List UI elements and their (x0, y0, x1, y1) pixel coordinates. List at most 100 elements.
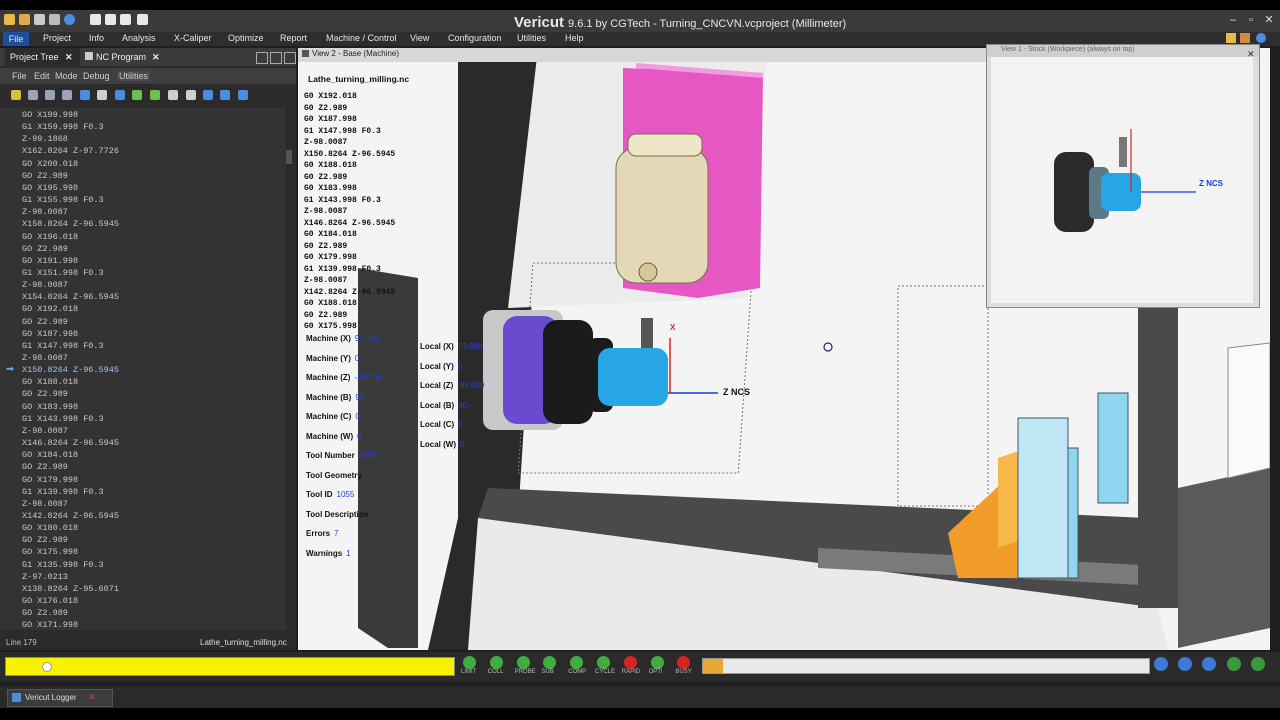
code-line[interactable]: GO X188.018 (22, 377, 78, 387)
menu-configuration[interactable]: Configuration (448, 33, 502, 43)
status-led-cycle[interactable] (597, 656, 610, 669)
play-icon[interactable] (1251, 657, 1265, 671)
menu-help[interactable]: Help (565, 33, 584, 43)
code-line[interactable]: Z-98.0087 (22, 426, 68, 436)
menu-project[interactable]: Project (43, 33, 71, 43)
menu-optimize[interactable]: Optimize (228, 33, 264, 43)
code-line[interactable]: GO Z2.989 (22, 244, 68, 254)
code-line[interactable]: Z-97.0213 (22, 572, 68, 582)
code-line[interactable]: GO X171.998 (22, 620, 78, 630)
rewind-icon[interactable] (1154, 657, 1168, 671)
status-led-coll[interactable] (489, 656, 503, 669)
layout4-icon[interactable] (137, 14, 148, 25)
pin-icon[interactable] (256, 52, 268, 64)
folder-icon[interactable] (19, 14, 30, 25)
step-forward-icon[interactable] (1227, 657, 1241, 671)
layout3-icon[interactable] (120, 14, 131, 25)
code-line[interactable]: G1 X147.998 F0.3 (22, 341, 104, 351)
scrollbar[interactable] (286, 108, 292, 630)
code-line[interactable]: X138.8264 Z-95.6071 (22, 584, 119, 594)
layout2-icon[interactable] (105, 14, 116, 25)
maximize-icon[interactable]: ▫ (1244, 13, 1258, 27)
submenu-mode[interactable]: Mode (55, 71, 78, 81)
code-line[interactable]: GO X176.018 (22, 596, 78, 606)
float-icon[interactable] (270, 52, 282, 64)
code-line[interactable]: GO X183.998 (22, 402, 78, 412)
code-line[interactable]: GO X192.018 (22, 304, 78, 314)
save-icon[interactable] (28, 90, 38, 100)
code-line[interactable]: GO X187.998 (22, 329, 78, 339)
print-icon[interactable] (97, 90, 107, 100)
code-line[interactable]: GO X200.018 (22, 159, 78, 169)
menu-analysis[interactable]: Analysis (122, 33, 156, 43)
code-line[interactable]: X150.8264 Z-96.5945 (22, 365, 119, 375)
code-line[interactable]: X142.8264 Z-96.5945 (22, 511, 119, 521)
restore-icon[interactable] (284, 52, 296, 64)
pause-icon[interactable] (1202, 657, 1216, 671)
find-next-icon[interactable] (220, 90, 230, 100)
status-led-rapid[interactable] (623, 656, 637, 669)
menu-report[interactable]: Report (280, 33, 307, 43)
code-line[interactable]: Z-98.0087 (22, 353, 68, 363)
mark-icon[interactable] (150, 90, 160, 100)
columns-icon[interactable] (115, 90, 125, 100)
tab-nc-program[interactable]: NC Program ✕ (80, 48, 167, 66)
grid-icon[interactable] (62, 90, 72, 100)
info-icon[interactable] (64, 14, 75, 25)
code-line[interactable]: GO Z2.989 (22, 535, 68, 545)
code-line[interactable]: GO X180.018 (22, 523, 78, 533)
tab-project-tree[interactable]: Project Tree ✕ (5, 48, 80, 66)
submenu-utilities[interactable]: Utilities (117, 71, 151, 81)
code-line[interactable]: G1 X159.998 F0.3 (22, 122, 104, 132)
code-line[interactable]: G1 X155.998 F0.3 (22, 195, 104, 205)
layout1-icon[interactable] (90, 14, 101, 25)
code-line[interactable]: GO Z2.989 (22, 171, 68, 181)
submenu-file[interactable]: File (12, 71, 27, 81)
help-icon[interactable] (1256, 33, 1266, 43)
code-line[interactable]: X154.8264 Z-96.5945 (22, 292, 119, 302)
status-led-probe[interactable] (516, 656, 530, 669)
code-line[interactable]: GO X196.018 (22, 232, 78, 242)
code-line[interactable]: Z-98.0087 (22, 499, 68, 509)
code-line[interactable]: G1 X135.998 F0.3 (22, 560, 104, 570)
submenu-debug[interactable]: Debug (83, 71, 110, 81)
save-icon[interactable] (34, 14, 45, 25)
nc-code-list[interactable]: GO X199.998 G1 X159.998 F0.3 Z-99.1868 X162… (0, 108, 290, 630)
animation-speed-slider[interactable] (5, 657, 455, 676)
code-line[interactable]: G1 X151.998 F0.3 (22, 268, 104, 278)
menu-view[interactable]: View (410, 33, 429, 43)
close-icon[interactable]: ✕ (65, 48, 73, 66)
vericut-logger-button[interactable]: Vericut Logger ✕ (7, 689, 113, 707)
close-icon[interactable]: ✕ (152, 48, 160, 66)
code-line[interactable]: GO X195.998 (22, 183, 78, 193)
goto-icon[interactable] (132, 90, 142, 100)
menu-utilities[interactable]: Utilities (517, 33, 546, 43)
code-line[interactable]: X146.8264 Z-96.5945 (22, 438, 119, 448)
step-back-icon[interactable] (1178, 657, 1192, 671)
code-line[interactable]: Z-98.0087 (22, 207, 68, 217)
menu-info[interactable]: Info (89, 33, 104, 43)
edit-icon[interactable] (11, 90, 21, 100)
open-icon[interactable] (4, 14, 15, 25)
save-as-icon[interactable] (45, 90, 55, 100)
code-line[interactable]: G1 X139.998 F0.3 (22, 487, 104, 497)
code-line[interactable]: GO Z2.989 (22, 608, 68, 618)
code-line[interactable]: GO Z2.989 (22, 389, 68, 399)
code-line[interactable]: X162.8264 Z-97.7726 (22, 146, 119, 156)
code-line[interactable]: GO X179.998 (22, 475, 78, 485)
code-line[interactable]: Z-99.1868 (22, 134, 68, 144)
code-line[interactable]: GO Z2.989 (22, 317, 68, 327)
code-line[interactable]: GO X175.998 (22, 547, 78, 557)
doc-icon[interactable] (168, 90, 178, 100)
replace-icon[interactable] (238, 90, 248, 100)
code-line[interactable]: GO Z2.989 (22, 462, 68, 472)
status-led-opti[interactable] (650, 656, 664, 669)
close-icon[interactable]: ✕ (1262, 13, 1276, 27)
filter-icon[interactable] (49, 14, 60, 25)
code-line[interactable]: X158.8264 Z-96.5945 (22, 219, 119, 229)
ribbon-icon-1[interactable] (1226, 33, 1236, 43)
status-led-limit[interactable] (463, 656, 476, 669)
minimize-icon[interactable]: – (1226, 13, 1240, 27)
slider-handle[interactable] (42, 662, 52, 672)
inset-stock-view[interactable]: View 1 - Stock (Workpiece) (always on to… (986, 44, 1260, 308)
